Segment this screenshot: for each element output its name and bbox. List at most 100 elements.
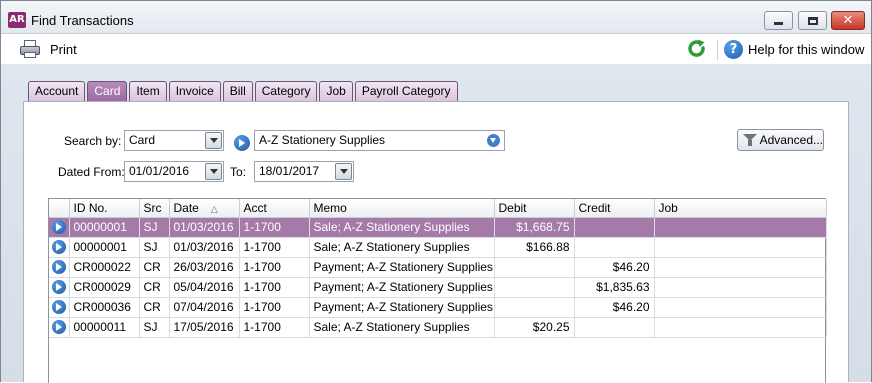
- dated-from-field[interactable]: 01/01/2016: [124, 161, 224, 182]
- cell-memo: Sale; A-Z Stationery Supplies: [309, 217, 495, 238]
- column-header-date-label: Date: [173, 200, 199, 215]
- print-button[interactable]: Print: [19, 37, 77, 61]
- cell-id: CR000029: [69, 277, 140, 298]
- find-transactions-window: AR Find Transactions ✕ Print ? Help for …: [0, 0, 872, 383]
- cell-credit: [574, 317, 655, 338]
- tab-label: Category: [261, 84, 311, 98]
- column-header-job[interactable]: Job: [654, 199, 827, 218]
- cell-acct: 1-1700: [239, 297, 310, 318]
- card-tab-panel: Search by: Card A-Z Stationery Supplies …: [23, 101, 849, 383]
- column-header-id[interactable]: ID No.: [69, 199, 140, 218]
- column-header-memo[interactable]: Memo: [309, 199, 495, 218]
- table-row[interactable]: 00000001 SJ 01/03/2016 1-1700 Sale; A-Z …: [49, 217, 827, 238]
- row-arrow-cell[interactable]: [49, 257, 70, 278]
- cell-acct: 1-1700: [239, 317, 310, 338]
- table-row[interactable]: 00000001 SJ 01/03/2016 1-1700 Sale; A-Z …: [49, 237, 827, 258]
- table-row[interactable]: CR000036 CR 07/04/2016 1-1700 Payment; A…: [49, 297, 827, 318]
- transactions-table: ID No. Src Date △ Acct Memo Debit Credit …: [48, 198, 827, 383]
- zoom-arrow-icon[interactable]: [51, 300, 66, 315]
- window-title: Find Transactions: [31, 13, 134, 28]
- cell-src: CR: [139, 257, 170, 278]
- printer-icon: [19, 39, 41, 59]
- card-lookup-field[interactable]: A-Z Stationery Supplies: [254, 130, 505, 151]
- table-row[interactable]: CR000029 CR 05/04/2016 1-1700 Payment; A…: [49, 277, 827, 298]
- zoom-arrow-icon[interactable]: [51, 280, 66, 295]
- cell-date: 07/04/2016: [169, 297, 240, 318]
- column-header-credit[interactable]: Credit: [574, 199, 655, 218]
- to-label: To:: [230, 165, 247, 179]
- cell-id: CR000036: [69, 297, 140, 318]
- dated-from-label: Dated From:: [58, 165, 125, 179]
- cell-job: [654, 297, 827, 318]
- tab-bill[interactable]: Bill: [222, 81, 253, 101]
- cell-date: 05/04/2016: [169, 277, 240, 298]
- column-header-src[interactable]: Src: [139, 199, 170, 218]
- maximize-button[interactable]: [798, 11, 827, 30]
- minimize-button[interactable]: [764, 11, 793, 30]
- tab-account[interactable]: Account: [28, 81, 86, 101]
- help-icon: ?: [724, 39, 743, 59]
- cell-credit: [574, 217, 655, 238]
- table-row[interactable]: 00000011 SJ 17/05/2016 1-1700 Sale; A-Z …: [49, 317, 827, 338]
- cell-credit: $1,835.63: [574, 277, 655, 298]
- row-arrow-cell[interactable]: [49, 317, 70, 338]
- search-by-value: Card: [129, 133, 156, 147]
- help-button[interactable]: ? Help for this window: [724, 38, 864, 60]
- goto-arrow-icon[interactable]: [234, 135, 250, 151]
- chevron-down-icon[interactable]: [335, 163, 352, 180]
- dated-to-field[interactable]: 18/01/2017: [254, 161, 354, 182]
- column-header-arrow: [49, 199, 70, 218]
- cell-date: 01/03/2016: [169, 237, 240, 258]
- cell-date: 17/05/2016: [169, 317, 240, 338]
- cell-memo: Sale; A-Z Stationery Supplies: [309, 237, 495, 258]
- tab-job[interactable]: Job: [319, 81, 353, 101]
- zoom-arrow-icon[interactable]: [51, 320, 66, 335]
- advanced-label: Advanced...: [759, 133, 823, 147]
- tab-label: Bill: [229, 84, 246, 98]
- cell-date: 26/03/2016: [169, 257, 240, 278]
- search-by-select[interactable]: Card: [124, 130, 224, 151]
- refresh-icon[interactable]: [687, 39, 707, 59]
- column-header-debit[interactable]: Debit: [494, 199, 575, 218]
- cell-src: SJ: [139, 237, 170, 258]
- zoom-arrow-icon[interactable]: [51, 220, 66, 235]
- toolbar: Print ? Help for this window: [1, 34, 871, 64]
- cell-memo: Payment; A-Z Stationery Supplies: [309, 297, 495, 318]
- tab-card[interactable]: Card: [87, 81, 128, 102]
- cell-job: [654, 257, 827, 278]
- column-header-acct[interactable]: Acct: [239, 199, 310, 218]
- zoom-arrow-icon[interactable]: [51, 260, 66, 275]
- cell-debit: $166.88: [494, 237, 575, 258]
- dated-to-value: 18/01/2017: [259, 164, 320, 178]
- row-arrow-cell[interactable]: [49, 237, 70, 258]
- tab-category[interactable]: Category: [254, 81, 318, 101]
- help-label: Help for this window: [748, 41, 865, 57]
- cell-credit: [574, 237, 655, 258]
- tab-label: Card: [94, 84, 121, 98]
- lookup-list-icon[interactable]: [487, 134, 500, 147]
- title-bar: AR Find Transactions ✕: [1, 1, 871, 34]
- chevron-down-icon[interactable]: [205, 163, 222, 180]
- tab-label: Job: [326, 84, 346, 98]
- main-area: Account Card Item Invoice Bill Category …: [1, 64, 871, 383]
- cell-date: 01/03/2016: [169, 217, 240, 238]
- app-logo-icon: AR: [8, 12, 26, 28]
- minimize-icon: [774, 22, 783, 25]
- row-arrow-cell[interactable]: [49, 277, 70, 298]
- sort-ascending-icon: △: [210, 203, 218, 214]
- cell-src: SJ: [139, 217, 170, 238]
- row-arrow-cell[interactable]: [49, 297, 70, 318]
- tab-item[interactable]: Item: [129, 81, 167, 101]
- chevron-down-icon[interactable]: [205, 132, 222, 149]
- advanced-button[interactable]: Advanced...: [737, 129, 824, 151]
- cell-debit: $20.25: [494, 317, 575, 338]
- row-arrow-cell[interactable]: [49, 217, 70, 238]
- cell-memo: Payment; A-Z Stationery Supplies: [309, 257, 495, 278]
- column-header-date[interactable]: Date △: [169, 199, 240, 218]
- tab-payroll-category[interactable]: Payroll Category: [354, 81, 458, 101]
- table-row[interactable]: CR000022 CR 26/03/2016 1-1700 Payment; A…: [49, 257, 827, 278]
- zoom-arrow-icon[interactable]: [51, 240, 66, 255]
- tab-invoice[interactable]: Invoice: [168, 81, 221, 101]
- close-button[interactable]: ✕: [831, 11, 865, 30]
- card-value: A-Z Stationery Supplies: [259, 133, 386, 147]
